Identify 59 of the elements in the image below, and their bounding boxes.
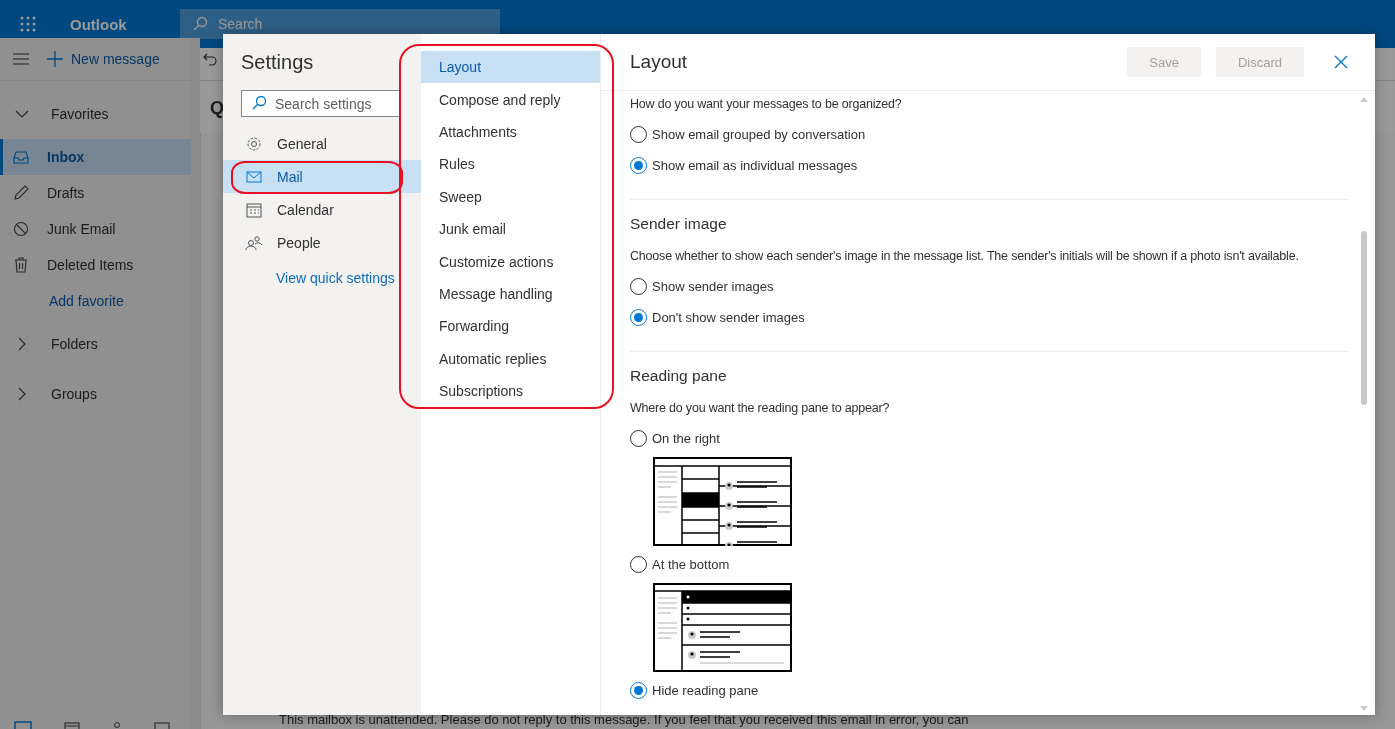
people-icon [245, 234, 263, 251]
nav-group-label: Favorites [51, 106, 109, 122]
add-favorite-link[interactable]: Add favorite [49, 293, 124, 309]
envelope-icon [245, 168, 263, 185]
gear-icon [245, 135, 263, 152]
section-heading: Reading pane [630, 367, 728, 385]
search-icon [251, 95, 267, 111]
settings-subcategory[interactable]: Customize actions [421, 245, 600, 278]
search-settings-field[interactable]: Search settings [241, 90, 401, 117]
settings-category[interactable]: General [223, 127, 421, 160]
question-text: Choose whether to show each sender's image in the message list. The sender's initials will be shown if a photo isn't available. [630, 249, 1299, 263]
radio-option[interactable]: At the bottom [630, 549, 730, 580]
radio-option[interactable]: Show email as individual messages [630, 150, 858, 181]
nav-group-label: Groups [51, 386, 97, 402]
settings-category[interactable]: People [223, 226, 421, 259]
trash-icon [13, 257, 29, 273]
calendar-icon [245, 201, 263, 218]
search-icon [192, 16, 208, 32]
settings-subcategory[interactable]: Message handling [421, 277, 600, 311]
settings-category[interactable]: Calendar [223, 193, 421, 226]
radio-option[interactable]: On the right [630, 423, 720, 454]
settings-subcategory[interactable]: Rules [421, 148, 600, 181]
radio-option[interactable]: Hide reading pane [630, 675, 759, 706]
settings-subcategory[interactable]: Compose and reply [421, 83, 600, 116]
plus-icon [47, 51, 63, 67]
folder-item[interactable]: Deleted Items [0, 247, 191, 283]
nav-group-label: Folders [51, 336, 98, 352]
radio-option[interactable]: Show email grouped by conversation [630, 119, 866, 150]
folder-item[interactable]: Drafts [0, 175, 191, 211]
list-heading: Q [210, 98, 224, 119]
settings-subcategory[interactable]: Forwarding [421, 310, 600, 343]
page-title: Layout [630, 51, 688, 73]
settings-subcategory[interactable]: Automatic replies [421, 342, 600, 375]
settings-category[interactable]: Mail [223, 160, 421, 193]
message-text: This mailbox is unattended. Please do not reply to this message. If you feel that you received this email in error, you can [279, 712, 969, 727]
undo-icon[interactable] [203, 52, 217, 66]
settings-subcategory[interactable]: Sweep [421, 180, 600, 213]
radio-option[interactable]: Don't show sender images [630, 302, 805, 333]
pencil-icon [13, 185, 29, 201]
folder-item[interactable]: Junk Email [0, 211, 191, 247]
nav-group[interactable]: Favorites [0, 89, 191, 139]
close-icon[interactable] [1334, 55, 1348, 69]
question-text: Where do you want the reading pane to appear? [630, 401, 890, 415]
nav-group[interactable]: Groups [0, 369, 191, 419]
question-text: How do you want your messages to be organized? [630, 97, 902, 111]
inbox-icon [13, 149, 29, 165]
menu-icon[interactable] [13, 53, 29, 65]
new-message-button[interactable]: New message [47, 51, 160, 67]
app-launcher-icon[interactable] [20, 16, 36, 32]
radio-option[interactable]: Show sender images [630, 271, 774, 302]
settings-subcategory[interactable]: Junk email [421, 212, 600, 246]
settings-subcategory[interactable]: Layout [421, 51, 600, 84]
app-name: Outlook [70, 15, 128, 33]
section-heading: Sender image [630, 215, 728, 233]
settings-subcategory[interactable]: Attachments [421, 115, 600, 149]
dialog-title: Settings [241, 51, 315, 75]
nav-group[interactable]: Folders [0, 319, 191, 369]
view-quick-settings-link[interactable]: View quick settings [276, 270, 421, 286]
blocked-icon [13, 221, 29, 237]
